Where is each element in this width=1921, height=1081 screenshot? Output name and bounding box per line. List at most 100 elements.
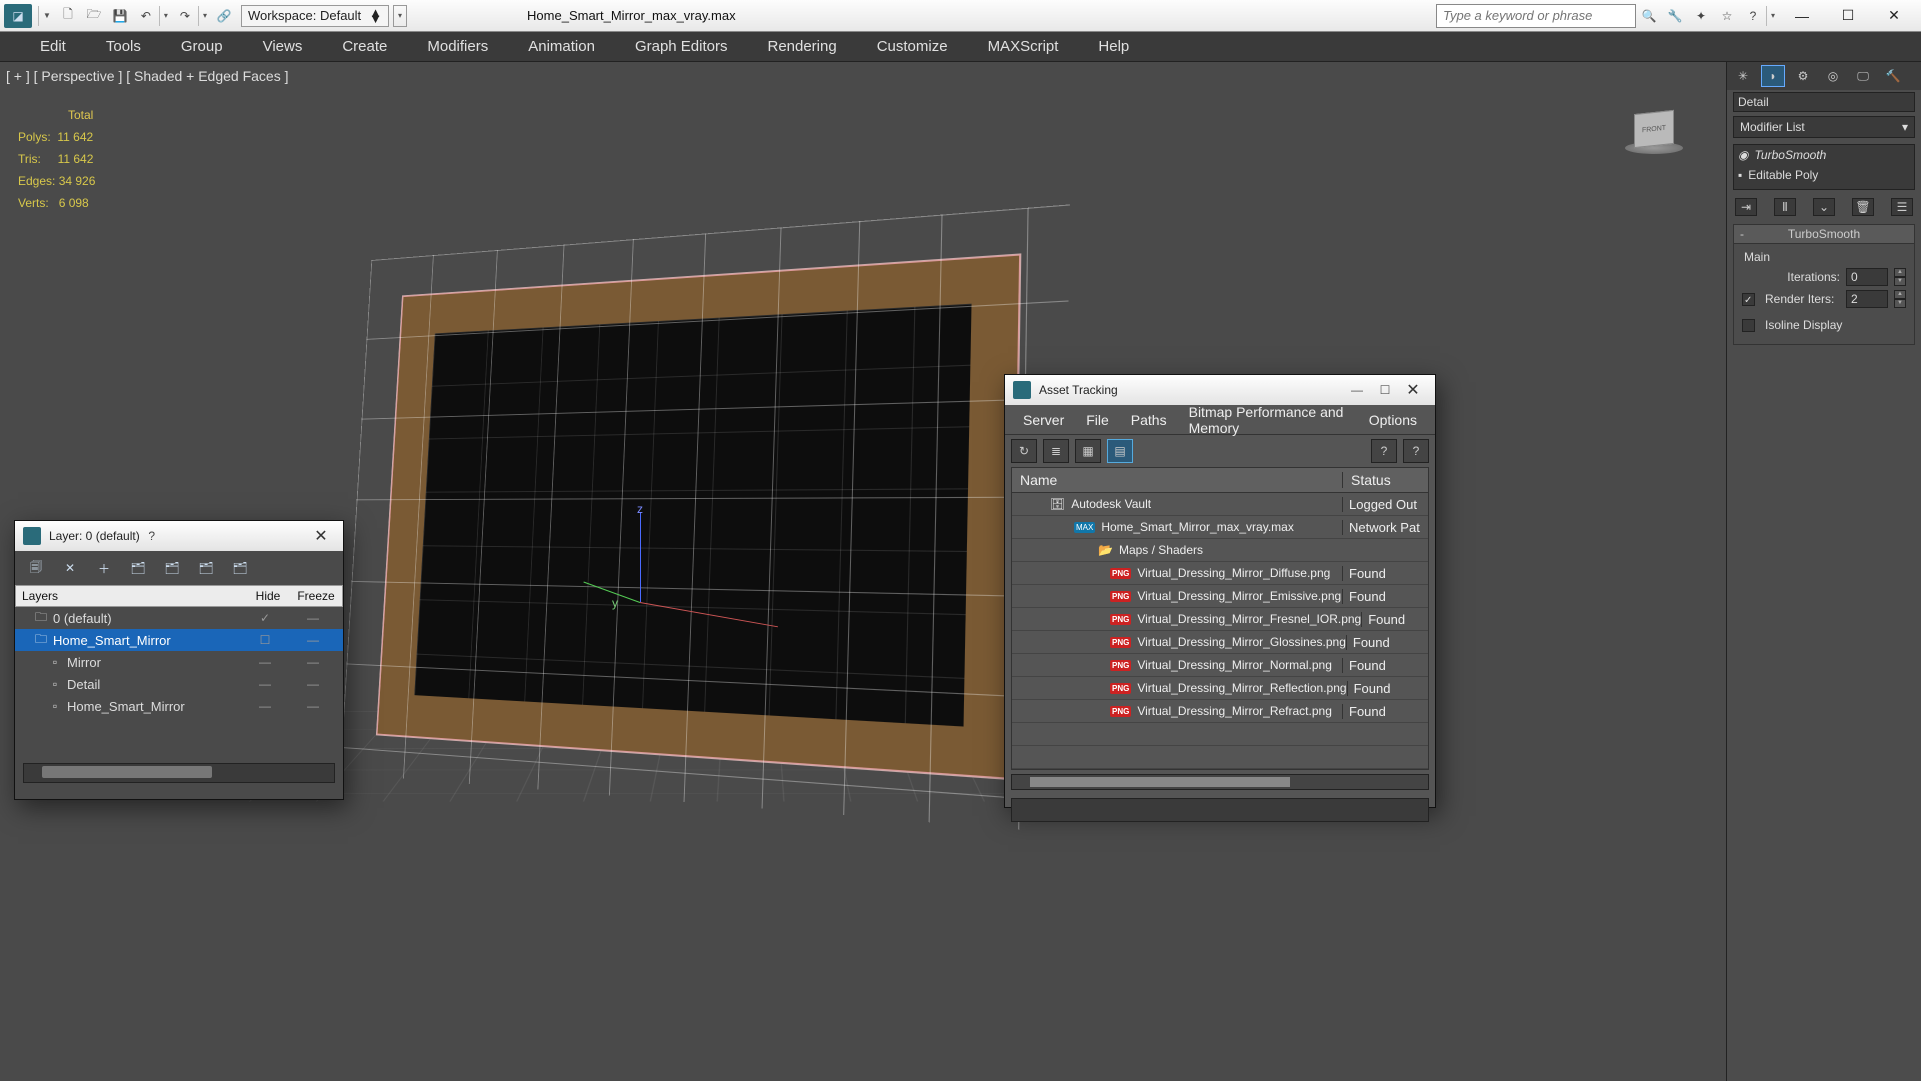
layer-freeze-toggle[interactable]: — bbox=[287, 699, 339, 713]
asset-row[interactable]: PNGVirtual_Dressing_Mirror_Emissive.pngF… bbox=[1012, 585, 1428, 608]
redo-icon[interactable]: ↷ bbox=[173, 4, 197, 28]
layer-freeze-toggle[interactable]: — bbox=[287, 633, 339, 647]
menu-rendering[interactable]: Rendering bbox=[747, 32, 856, 61]
configure-sets-icon[interactable]: ☰ bbox=[1891, 198, 1913, 216]
utilities-tab-icon[interactable]: 🔨 bbox=[1881, 65, 1905, 87]
asset-dialog-close-button[interactable]: ✕ bbox=[1399, 380, 1427, 400]
layer-dialog[interactable]: Layer: 0 (default) ? ✕ 🗐 ✕ ＋ 🗂 🗂 🗂 🗂 Lay… bbox=[14, 520, 344, 800]
menu-tools[interactable]: Tools bbox=[86, 32, 161, 61]
favorite-icon[interactable]: ☆ bbox=[1715, 4, 1739, 28]
layer-freeze-toggle[interactable]: — bbox=[287, 611, 339, 625]
layer-horizontal-scrollbar[interactable] bbox=[23, 763, 335, 783]
menu-edit[interactable]: Edit bbox=[20, 32, 86, 61]
asset-table-icon[interactable]: ▦ bbox=[1075, 439, 1101, 463]
modifier-stack[interactable]: ◉TurboSmooth ▪Editable Poly bbox=[1733, 144, 1915, 190]
layer-dialog-close-button[interactable]: ✕ bbox=[307, 526, 335, 546]
window-maximize-button[interactable]: ☐ bbox=[1825, 0, 1871, 32]
modify-tab-icon[interactable]: ◗ bbox=[1761, 65, 1785, 87]
iterations-spinner[interactable]: 0 bbox=[1846, 268, 1888, 286]
layer-hide-toggle[interactable]: ✓ bbox=[243, 611, 287, 625]
stack-editable-poly[interactable]: Editable Poly bbox=[1748, 168, 1818, 182]
layer-select-icon[interactable]: 🗂 bbox=[127, 557, 149, 579]
asset-list[interactable]: 🗄Autodesk VaultLogged OutMAXHome_Smart_M… bbox=[1011, 493, 1429, 770]
menu-create[interactable]: Create bbox=[322, 32, 407, 61]
asset-menu-file[interactable]: File bbox=[1076, 408, 1119, 432]
layer-col-freeze[interactable]: Freeze bbox=[290, 589, 342, 603]
asset-row[interactable]: 🗄Autodesk VaultLogged Out bbox=[1012, 493, 1428, 516]
asset-help2-icon[interactable]: ? bbox=[1403, 439, 1429, 463]
workspace-selector[interactable]: Workspace: Default ▲▼ bbox=[241, 5, 389, 27]
asset-menu-server[interactable]: Server bbox=[1013, 408, 1074, 432]
asset-dialog-maximize-button[interactable]: ☐ bbox=[1371, 383, 1399, 397]
asset-horizontal-scrollbar[interactable] bbox=[1011, 774, 1429, 790]
menu-help[interactable]: Help bbox=[1078, 32, 1149, 61]
undo-icon[interactable]: ↶ bbox=[134, 4, 158, 28]
make-unique-icon[interactable]: ⌄ bbox=[1813, 198, 1835, 216]
layer-row[interactable]: ▫Detail—— bbox=[15, 673, 343, 695]
asset-row[interactable]: 📂Maps / Shaders bbox=[1012, 539, 1428, 562]
window-close-button[interactable]: ✕ bbox=[1871, 0, 1917, 32]
asset-menu-options[interactable]: Options bbox=[1359, 408, 1427, 432]
asset-row[interactable]: PNGVirtual_Dressing_Mirror_Refract.pngFo… bbox=[1012, 700, 1428, 723]
stack-turbosmooth[interactable]: TurboSmooth bbox=[1754, 148, 1826, 162]
menu-views[interactable]: Views bbox=[243, 32, 323, 61]
new-file-icon[interactable]: 🗋 bbox=[56, 4, 80, 28]
viewport-label[interactable]: [ + ] [ Perspective ] [ Shaded + Edged F… bbox=[6, 68, 289, 84]
layer-new-icon[interactable]: 🗐 bbox=[25, 557, 47, 579]
menu-modifiers[interactable]: Modifiers bbox=[407, 32, 508, 61]
scene-geometry[interactable] bbox=[377, 255, 1020, 780]
layer-row[interactable]: 🗀Home_Smart_Mirror☐— bbox=[15, 629, 343, 651]
render-iters-checkbox[interactable] bbox=[1742, 293, 1755, 306]
layer-freeze-icon[interactable]: 🗂 bbox=[229, 557, 251, 579]
menu-maxscript[interactable]: MAXScript bbox=[968, 32, 1079, 61]
layer-row[interactable]: ▫Mirror—— bbox=[15, 651, 343, 673]
layer-freeze-toggle[interactable]: — bbox=[287, 655, 339, 669]
remove-modifier-icon[interactable]: 🗑 bbox=[1852, 198, 1874, 216]
asset-row[interactable]: PNGVirtual_Dressing_Mirror_Diffuse.pngFo… bbox=[1012, 562, 1428, 585]
asset-col-status[interactable]: Status bbox=[1342, 472, 1428, 488]
menu-animation[interactable]: Animation bbox=[508, 32, 615, 61]
open-file-icon[interactable]: 🗁 bbox=[82, 4, 106, 28]
help-dropdown[interactable]: ▾ bbox=[1766, 6, 1779, 26]
asset-refresh-icon[interactable]: ↻ bbox=[1011, 439, 1037, 463]
menu-graph-editors[interactable]: Graph Editors bbox=[615, 32, 748, 61]
stack-box-icon[interactable]: ▪ bbox=[1738, 168, 1742, 182]
layer-add-icon[interactable]: ＋ bbox=[93, 557, 115, 579]
layer-hide-icon[interactable]: 🗂 bbox=[195, 557, 217, 579]
asset-help1-icon[interactable]: ? bbox=[1371, 439, 1397, 463]
save-file-icon[interactable]: 💾 bbox=[108, 4, 132, 28]
asset-tracking-dialog[interactable]: Asset Tracking — ☐ ✕ ServerFilePathsBitm… bbox=[1004, 374, 1436, 808]
rollup-header-turbosmooth[interactable]: - TurboSmooth bbox=[1733, 224, 1915, 244]
help-search-input[interactable] bbox=[1443, 8, 1629, 23]
asset-tree-icon[interactable]: ≣ bbox=[1043, 439, 1069, 463]
viewcube[interactable]: FRONT bbox=[1622, 112, 1686, 160]
layer-hide-toggle[interactable]: — bbox=[243, 655, 287, 669]
layer-hide-toggle[interactable]: ☐ bbox=[243, 633, 287, 647]
menu-group[interactable]: Group bbox=[161, 32, 243, 61]
asset-row[interactable]: MAXHome_Smart_Mirror_max_vray.maxNetwork… bbox=[1012, 516, 1428, 539]
layer-highlight-icon[interactable]: 🗂 bbox=[161, 557, 183, 579]
collapse-icon[interactable]: - bbox=[1740, 227, 1744, 241]
layer-delete-icon[interactable]: ✕ bbox=[59, 557, 81, 579]
pin-stack-icon[interactable]: ⇥ bbox=[1735, 198, 1757, 216]
render-iters-spin-buttons[interactable]: ▲▼ bbox=[1894, 290, 1906, 308]
asset-list-icon[interactable]: ▤ bbox=[1107, 439, 1133, 463]
window-minimize-button[interactable]: — bbox=[1779, 0, 1825, 32]
search-icon[interactable]: 🔍 bbox=[1637, 4, 1661, 28]
layer-hide-toggle[interactable]: — bbox=[243, 699, 287, 713]
redo-history-dropdown[interactable]: ▾ bbox=[198, 6, 211, 26]
layer-hide-toggle[interactable]: — bbox=[243, 677, 287, 691]
create-tab-icon[interactable]: ✳ bbox=[1731, 65, 1755, 87]
exchange-icon[interactable]: ✦ bbox=[1689, 4, 1713, 28]
app-logo-icon[interactable]: ◪ bbox=[4, 4, 32, 28]
asset-menu-bitmap-performance-and-memory[interactable]: Bitmap Performance and Memory bbox=[1179, 400, 1357, 440]
display-tab-icon[interactable]: 🖵 bbox=[1851, 65, 1875, 87]
asset-row[interactable]: PNGVirtual_Dressing_Mirror_Glossines.png… bbox=[1012, 631, 1428, 654]
layer-row[interactable]: 🗀0 (default)✓— bbox=[15, 607, 343, 629]
asset-col-name[interactable]: Name bbox=[1012, 472, 1342, 488]
motion-tab-icon[interactable]: ◎ bbox=[1821, 65, 1845, 87]
asset-menu-paths[interactable]: Paths bbox=[1121, 408, 1177, 432]
asset-row[interactable]: PNGVirtual_Dressing_Mirror_Normal.pngFou… bbox=[1012, 654, 1428, 677]
help-icon[interactable]: ? bbox=[1741, 4, 1765, 28]
object-name-field[interactable] bbox=[1733, 92, 1915, 112]
